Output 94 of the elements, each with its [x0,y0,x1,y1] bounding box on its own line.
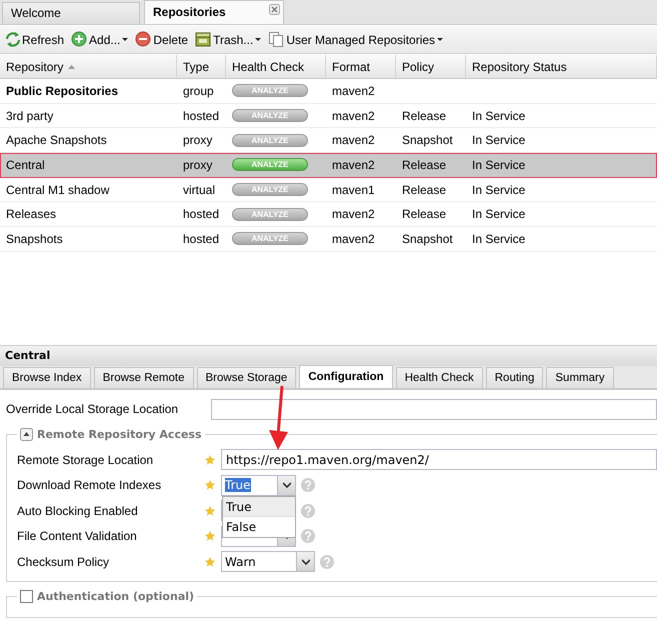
section-title: Authentication (optional) [37,590,194,602]
table-cell: maven2 [332,108,375,123]
tab[interactable]: Repositories [144,0,284,24]
field-label: Download Remote Indexes [17,478,162,492]
column-header[interactable]: Repository [0,55,177,78]
table-cell: Public Repositories [6,84,118,98]
dropdown-option[interactable]: False [223,516,295,536]
refresh-icon [4,31,20,48]
table-cell: Snapshot [402,133,453,148]
dropdown[interactable]: Warn [221,551,315,572]
table-cell: virtual [183,182,216,197]
table-cell: In Service [472,182,526,197]
table-cell: hosted [183,232,220,246]
tab[interactable]: Browse Index [3,367,91,388]
box-icon [195,31,212,48]
table-cell: In Service [472,207,526,222]
chevron-down-icon [302,558,310,565]
table-row[interactable]: Releases hosted ANALYZE maven2 Release In Service [0,202,657,228]
close-icon[interactable] [269,4,280,15]
documents-icon [268,31,284,48]
annotation-arrow-icon [268,386,289,450]
required-star-icon [205,480,215,490]
table-cell: proxy [183,133,212,148]
table-cell: In Service [472,158,526,172]
table-row[interactable]: Central proxy ANALYZE maven2 Release In Service [0,153,657,178]
column-header[interactable]: Health Check [226,55,326,78]
table-cell: maven1 [332,182,375,197]
table-cell: Release [402,207,446,222]
table-cell: In Service [472,108,526,123]
required-star-icon [205,454,215,465]
panel-title: Central [0,346,657,366]
table-cell: Releases [6,207,56,222]
help-icon [301,504,315,518]
table-row[interactable]: Central M1 shadow virtual ANALYZE maven1 Release In Service [0,178,657,202]
table-cell: group [183,84,214,98]
dropdown-option[interactable]: True [223,496,295,516]
toolbar-button[interactable]: Refresh [2,29,66,50]
table-cell: hosted [183,207,220,222]
section-title: Remote Repository Access [37,428,202,441]
column-header[interactable]: Policy [396,55,466,78]
help-icon [301,529,315,544]
table-cell: maven2 [332,133,375,148]
table-cell: Central M1 shadow [6,182,110,197]
column-header[interactable]: Repository Status [466,55,657,78]
tab[interactable]: Browse Remote [94,367,194,388]
table-row[interactable]: 3rd party hosted ANALYZE maven2 Release In Service [0,104,657,128]
tab[interactable]: Welcome [2,2,140,24]
table-cell: maven2 [332,158,375,172]
dropdown[interactable]: True [221,474,296,496]
table-cell: In Service [472,232,526,246]
table-cell: maven2 [332,232,375,246]
toolbar-button[interactable]: Delete [133,29,190,50]
help-icon [320,554,334,569]
tab[interactable]: Routing [486,367,544,388]
collapse-icon[interactable] [20,428,33,441]
table-cell: maven2 [332,207,375,222]
table-cell: Release [402,158,446,172]
checkbox[interactable] [20,590,33,602]
column-header[interactable]: Format [326,55,396,78]
field-label: File Content Validation [17,529,138,544]
table-cell: hosted [183,108,220,123]
table-cell: Snapshot [402,232,453,246]
minus-icon [135,31,152,48]
field-label: Checksum Policy [17,554,110,569]
toolbar-button[interactable]: Add... [69,29,130,50]
table-cell: 3rd party [6,108,54,123]
required-star-icon [205,506,215,516]
input-field[interactable] [211,398,657,420]
table-cell: In Service [472,133,526,148]
tab[interactable]: Configuration [299,365,393,388]
chevron-down-icon [282,482,290,488]
column-header[interactable]: Type [177,55,226,78]
field-label: Remote Storage Location [17,452,154,467]
table-cell: Release [402,108,446,123]
toolbar-button[interactable]: Trash... [193,29,264,50]
required-star-icon [205,556,215,567]
table-cell: Apache Snapshots [6,133,107,148]
table-cell: Release [402,182,446,197]
field-label: Override Local Storage Location [6,402,180,416]
field-label: Auto Blocking Enabled [17,504,139,518]
tab[interactable]: Browse Storage [196,367,296,388]
help-icon [301,478,315,492]
table-cell: Central [6,158,45,172]
table-row[interactable]: Snapshots hosted ANALYZE maven2 Snapshot In Service [0,227,657,252]
tab[interactable]: Health Check [396,367,483,388]
required-star-icon [205,531,215,542]
table-cell: proxy [183,158,212,172]
table-row[interactable]: Public Repositories group ANALYZE maven2 [0,79,657,104]
tab[interactable]: Summary [546,367,614,388]
toolbar-button[interactable]: User Managed Repositories [266,29,446,50]
table-cell: Snapshots [6,232,63,246]
input-field[interactable]: https://repo1.maven.org/maven2/ [221,449,657,470]
table-cell: maven2 [332,84,375,98]
plus-icon [71,31,88,48]
